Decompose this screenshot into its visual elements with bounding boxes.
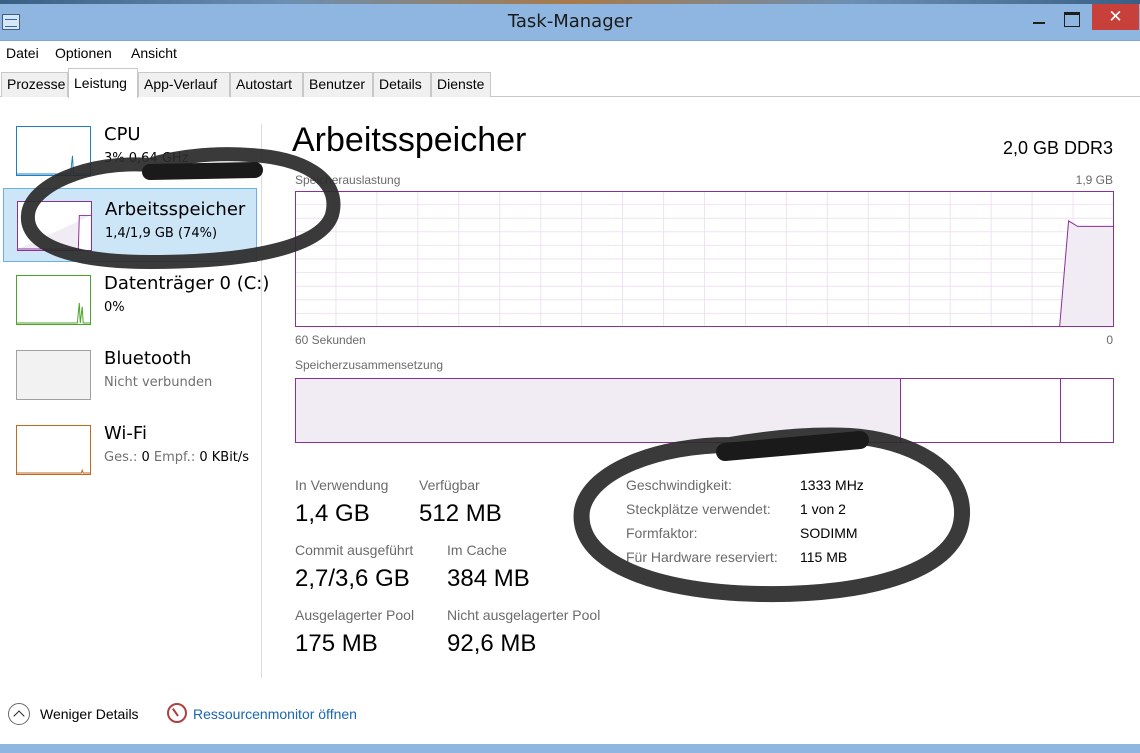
- window-title: Task-Manager: [507, 11, 633, 32]
- disk-thumbnail: [16, 275, 91, 325]
- sidebar-item-cpu[interactable]: CPU 3% 0,64 GHz: [3, 114, 257, 188]
- wifi-recv-value: 0 KBit/s: [199, 450, 250, 465]
- memory-spec: 2,0 GB DDR3: [1002, 138, 1113, 158]
- stat-in-use-value: 1,4 GB: [295, 500, 370, 527]
- fewer-details-label: Weniger Details: [40, 706, 139, 722]
- menu-datei[interactable]: Datei: [6, 45, 39, 61]
- maximize-button[interactable]: [1058, 4, 1086, 32]
- stat-committed-value: 2,7/3,6 GB: [295, 565, 410, 592]
- close-button[interactable]: ✕: [1092, 4, 1139, 30]
- stat-cached-value: 384 MB: [447, 565, 530, 592]
- page-title: Arbeitsspeicher: [292, 121, 527, 159]
- sidebar-item-bluetooth[interactable]: Bluetooth Nicht verbunden: [3, 338, 257, 412]
- sidebar-label: Bluetooth: [104, 348, 192, 369]
- tab-leistung[interactable]: Leistung: [68, 68, 138, 98]
- time-axis-left: 60 Sekunden: [295, 333, 366, 347]
- composition-label: Speicherzusammensetzung: [295, 358, 444, 372]
- resource-monitor-link[interactable]: Ressourcenmonitor öffnen: [193, 706, 357, 722]
- sidebar-sublabel: 3% 0,64 GHz: [104, 151, 189, 166]
- detail-reserved-value: 115 MB: [800, 549, 848, 565]
- sidebar-sublabel: Ges.: 0 Empf.: 0 KBit/s: [104, 450, 249, 465]
- sidebar-sublabel: 1,4/1,9 GB (74%): [105, 226, 218, 241]
- detail-slots-label: Steckplätze verwendet:: [626, 501, 771, 517]
- tab-app-verlauf[interactable]: App-Verlauf: [138, 72, 230, 97]
- cpu-thumbnail: [16, 126, 91, 176]
- sidebar-label: Wi-Fi: [104, 423, 147, 444]
- resource-monitor-icon: [167, 703, 187, 723]
- wifi-recv-label: Empf.:: [153, 450, 196, 465]
- menu-bar: Datei Optionen Ansicht: [0, 42, 1140, 66]
- usage-area: [987, 220, 1114, 327]
- menu-ansicht[interactable]: Ansicht: [131, 45, 177, 61]
- stat-nonpaged-label: Nicht ausgelagerter Pool: [447, 607, 601, 623]
- menu-optionen[interactable]: Optionen: [55, 45, 112, 61]
- stat-available-value: 512 MB: [419, 500, 502, 527]
- close-icon: ✕: [1108, 7, 1123, 27]
- tab-dienste[interactable]: Dienste: [431, 72, 491, 97]
- usage-graph-label: Speicherauslastung: [295, 173, 401, 187]
- detail-speed-label: Geschwindigkeit:: [626, 477, 732, 493]
- minimize-button[interactable]: [1025, 4, 1053, 32]
- wifi-send-label: Ges.:: [104, 450, 138, 465]
- desktop-strip: [0, 0, 1140, 4]
- panel-divider: [261, 124, 262, 678]
- memory-composition-bar: [295, 378, 1114, 443]
- bluetooth-thumbnail: [16, 350, 91, 400]
- chevron-up-icon: [8, 703, 30, 725]
- sidebar-label: Datenträger 0 (C:): [104, 273, 270, 294]
- composition-in-use: [296, 379, 901, 442]
- wifi-send-value: 0: [141, 450, 150, 465]
- sidebar-sublabel: Nicht verbunden: [104, 375, 213, 390]
- sidebar-label: CPU: [104, 124, 141, 145]
- stat-committed-label: Commit ausgeführt: [295, 542, 414, 558]
- stat-nonpaged-value: 92,6 MB: [447, 630, 537, 657]
- tab-details[interactable]: Details: [373, 72, 431, 97]
- stat-cached-label: Im Cache: [447, 542, 507, 558]
- stat-paged-value: 175 MB: [295, 630, 378, 657]
- stat-in-use-label: In Verwendung: [295, 477, 389, 493]
- sidebar-label: Arbeitsspeicher: [105, 199, 246, 220]
- detail-formfactor-value: SODIMM: [800, 525, 858, 541]
- detail-speed-value: 1333 MHz: [800, 477, 864, 493]
- composition-standby: [901, 379, 1061, 442]
- tab-autostart[interactable]: Autostart: [230, 72, 303, 97]
- sidebar-item-memory[interactable]: Arbeitsspeicher 1,4/1,9 GB (74%): [3, 188, 257, 262]
- sidebar-sublabel: 0%: [104, 300, 125, 315]
- detail-formfactor-label: Formfaktor:: [626, 525, 698, 541]
- title-bar: Task-Manager ✕: [0, 0, 1140, 41]
- detail-slots-value: 1 von 2: [800, 501, 846, 517]
- time-axis-right: 0: [1106, 333, 1113, 347]
- usage-graph-max: 1,9 GB: [1075, 173, 1113, 187]
- stat-available-label: Verfügbar: [419, 477, 480, 493]
- memory-usage-graph: [295, 191, 1114, 327]
- memory-thumbnail: [17, 201, 92, 251]
- window-bottom-border: [0, 744, 1140, 753]
- graph-grid: [295, 191, 1114, 327]
- sidebar-item-wifi[interactable]: Wi-Fi Ges.: 0 Empf.: 0 KBit/s: [3, 413, 257, 487]
- detail-reserved-label: Für Hardware reserviert:: [626, 549, 778, 565]
- tab-benutzer[interactable]: Benutzer: [303, 72, 373, 97]
- sidebar-item-disk[interactable]: Datenträger 0 (C:) 0%: [3, 263, 269, 337]
- stat-paged-label: Ausgelagerter Pool: [295, 607, 415, 623]
- wifi-thumbnail: [16, 425, 91, 475]
- tab-prozesse[interactable]: Prozesse: [1, 72, 68, 97]
